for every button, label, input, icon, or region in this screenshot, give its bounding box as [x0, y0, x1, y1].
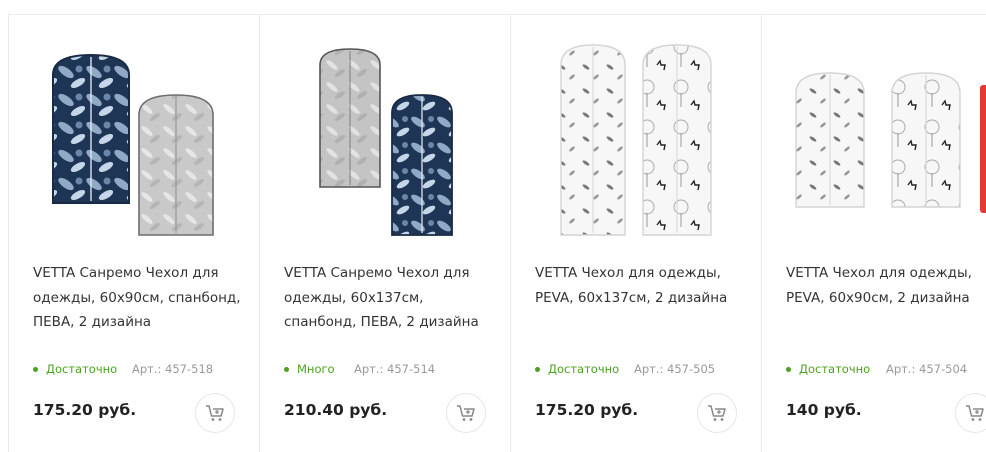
article-number: Арт.: 457-514 — [354, 362, 436, 376]
add-to-cart-button[interactable] — [955, 393, 986, 433]
product-price: 140 руб. — [786, 401, 862, 419]
product-card[interactable]: VETTA Чехол для одежды, PEVA, 60х90см, 2… — [761, 14, 986, 452]
article-number: Арт.: 457-518 — [132, 362, 214, 376]
stock-dot-icon — [33, 366, 38, 372]
product-image[interactable] — [782, 35, 986, 245]
cart-plus-icon — [206, 405, 224, 421]
cart-plus-icon — [457, 405, 475, 421]
product-title[interactable]: VETTA Санремо Чехол для одежды, 60х137см… — [284, 261, 494, 335]
product-card[interactable]: VETTA Чехол для одежды, PEVA, 60х137см, … — [510, 14, 762, 452]
product-card[interactable]: VETTA Санремо Чехол для одежды, 60х90см,… — [8, 14, 260, 452]
stock-status: Достаточно — [535, 362, 619, 376]
cart-plus-icon — [966, 405, 984, 421]
product-image[interactable] — [280, 35, 490, 245]
cart-plus-icon — [708, 405, 726, 421]
side-tab[interactable] — [980, 85, 986, 213]
add-to-cart-button[interactable] — [195, 393, 235, 433]
stock-label: Достаточно — [548, 362, 620, 376]
product-grid: VETTA Санремо Чехол для одежды, 60х90см,… — [0, 0, 986, 452]
stock-status: Достаточно — [786, 362, 870, 376]
add-to-cart-button[interactable] — [446, 393, 486, 433]
stock-dot-icon — [786, 366, 791, 372]
stock-status: Много — [284, 362, 335, 376]
product-card[interactable]: VETTA Санремо Чехол для одежды, 60х137см… — [259, 14, 511, 452]
add-to-cart-button[interactable] — [697, 393, 737, 433]
stock-dot-icon — [535, 366, 540, 372]
product-title[interactable]: VETTA Санремо Чехол для одежды, 60х90см,… — [33, 261, 243, 335]
product-title[interactable]: VETTA Чехол для одежды, PEVA, 60х90см, 2… — [786, 261, 986, 310]
stock-dot-icon — [284, 366, 289, 372]
product-price: 175.20 руб. — [33, 401, 137, 419]
stock-label: Достаточно — [46, 362, 118, 376]
stock-label: Достаточно — [799, 362, 871, 376]
product-image[interactable] — [531, 35, 741, 245]
stock-label: Много — [297, 362, 335, 376]
product-price: 175.20 руб. — [535, 401, 639, 419]
article-number: Арт.: 457-505 — [634, 362, 716, 376]
stock-status: Достаточно — [33, 362, 117, 376]
product-image[interactable] — [29, 35, 239, 245]
article-number: Арт.: 457-504 — [886, 362, 968, 376]
product-title[interactable]: VETTA Чехол для одежды, PEVA, 60х137см, … — [535, 261, 745, 310]
product-price: 210.40 руб. — [284, 401, 388, 419]
